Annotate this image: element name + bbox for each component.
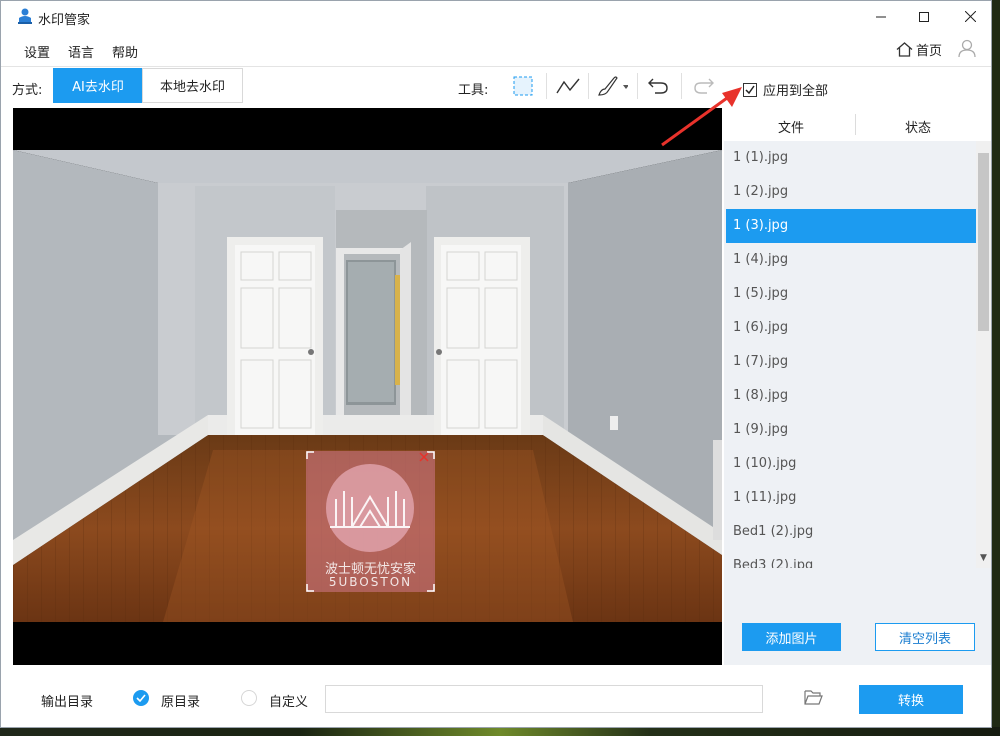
option-custom-label[interactable]: 自定义 xyxy=(269,691,308,710)
minimize-icon xyxy=(876,16,886,17)
menu-help[interactable]: 帮助 xyxy=(112,42,138,61)
file-row[interactable]: 1 (7).jpg xyxy=(726,345,976,379)
toolbar-divider xyxy=(588,73,589,99)
radio-custom-dir[interactable] xyxy=(241,690,257,706)
home-icon xyxy=(896,42,913,57)
radio-check-icon xyxy=(136,694,146,702)
menu-bar: 设置 语言 帮助 首页 xyxy=(1,32,991,67)
toolbar: 方式: AI去水印 本地去水印 工具: 应用到全部 xyxy=(1,67,991,107)
menu-settings[interactable]: 设置 xyxy=(24,42,50,61)
tab-local-remove[interactable]: 本地去水印 xyxy=(142,68,243,103)
file-row[interactable]: 1 (9).jpg xyxy=(726,413,976,447)
file-row[interactable]: 1 (10).jpg xyxy=(726,447,976,481)
maximize-icon xyxy=(919,11,929,22)
file-row[interactable]: 1 (8).jpg xyxy=(726,379,976,413)
brush-tool[interactable] xyxy=(591,69,633,103)
column-divider xyxy=(855,114,856,135)
radio-original-dir[interactable] xyxy=(133,690,149,706)
output-path-input[interactable] xyxy=(325,685,763,713)
file-row-selected[interactable]: 1 (3).jpg xyxy=(726,209,976,243)
output-bar: 输出目录 原目录 自定义 转换 xyxy=(1,669,991,727)
add-image-button[interactable]: 添加图片 xyxy=(742,623,841,651)
title-bar: 水印管家 xyxy=(1,1,991,32)
annotation-arrow xyxy=(661,87,742,147)
close-button[interactable] xyxy=(947,1,993,32)
file-row[interactable]: 1 (1).jpg xyxy=(726,141,976,175)
checkmark-icon xyxy=(745,85,755,94)
mode-label: 方式: xyxy=(12,83,43,98)
watermark-selection[interactable]: 波士顿无忧安家 5UBOSTON xyxy=(306,451,435,592)
app-window: 水印管家 设置 语言 帮助 首页 方式: AI去水印 本地去水印 工具: 应用到… xyxy=(0,0,992,728)
watermark-text-en: 5UBOSTON xyxy=(328,575,413,589)
select-rect-icon xyxy=(513,76,533,96)
file-row[interactable]: 1 (2).jpg xyxy=(726,175,976,209)
toolbar-divider xyxy=(546,73,547,99)
minimize-button[interactable] xyxy=(858,1,904,32)
desktop-background xyxy=(0,727,1000,736)
window-title: 水印管家 xyxy=(38,13,91,28)
file-row[interactable]: Bed1 (2).jpg xyxy=(726,515,976,549)
file-row[interactable]: 1 (4).jpg xyxy=(726,243,976,277)
maximize-button[interactable] xyxy=(901,1,947,32)
file-list-header: 文件 状态 xyxy=(724,108,991,141)
column-file: 文件 xyxy=(778,121,805,136)
apply-all-label: 应用到全部 xyxy=(763,84,829,99)
select-rect-tool[interactable] xyxy=(503,69,543,103)
file-row[interactable]: 1 (5).jpg xyxy=(726,277,976,311)
scrollbar-thumb[interactable] xyxy=(978,153,989,331)
image-canvas[interactable]: 波士顿无忧安家 5UBOSTON xyxy=(13,108,722,665)
clear-list-button[interactable]: 清空列表 xyxy=(875,623,975,651)
file-list[interactable]: 1 (1).jpg 1 (2).jpg 1 (3).jpg 1 (4).jpg … xyxy=(726,141,976,568)
folder-open-icon[interactable] xyxy=(804,689,823,705)
tab-ai-remove[interactable]: AI去水印 xyxy=(53,68,143,103)
tools-label: 工具: xyxy=(458,83,489,98)
brush-icon xyxy=(598,76,628,96)
polyline-icon xyxy=(556,78,580,94)
user-icon[interactable] xyxy=(958,39,976,58)
file-panel: 文件 状态 1 (1).jpg 1 (2).jpg 1 (3).jpg 1 (4… xyxy=(724,108,991,665)
apply-all-toggle[interactable]: 应用到全部 xyxy=(743,80,828,99)
close-icon xyxy=(964,11,976,22)
file-row[interactable]: 1 (11).jpg xyxy=(726,481,976,515)
convert-button[interactable]: 转换 xyxy=(859,685,963,714)
delete-selection-icon[interactable] xyxy=(419,452,429,462)
output-dir-label: 输出目录 xyxy=(41,695,94,710)
file-row[interactable]: 1 (6).jpg xyxy=(726,311,976,345)
scroll-down-icon[interactable]: ▼ xyxy=(978,553,989,565)
option-original-label[interactable]: 原目录 xyxy=(161,691,200,710)
home-label: 首页 xyxy=(916,44,943,59)
app-logo-icon xyxy=(18,8,32,24)
file-list-scrollbar[interactable]: ▼ xyxy=(976,141,991,568)
home-button[interactable]: 首页 xyxy=(896,40,942,59)
column-status: 状态 xyxy=(905,121,932,136)
file-row[interactable]: Bed3 (2).jpg xyxy=(726,549,976,568)
polyline-tool[interactable] xyxy=(548,69,588,103)
menu-language[interactable]: 语言 xyxy=(68,42,94,61)
